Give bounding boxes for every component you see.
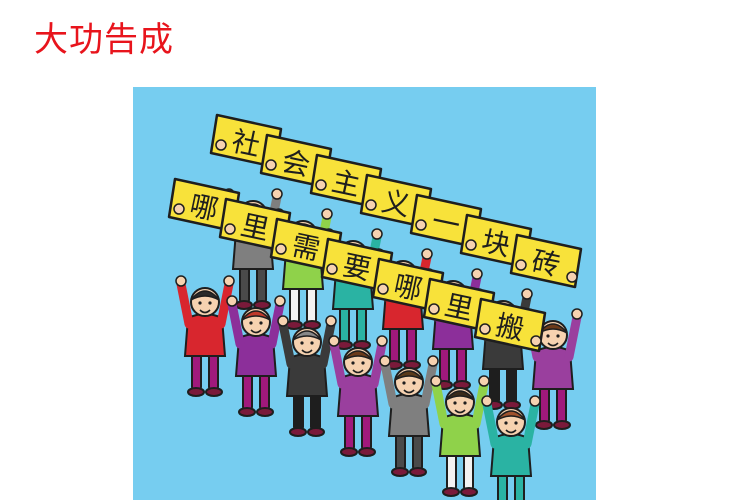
illustration-panel: 社会主义一块砖 哪里需要哪里搬: [133, 87, 596, 500]
page-title: 大功告成: [34, 20, 174, 60]
crowd-illustration: 社会主义一块砖 哪里需要哪里搬: [133, 87, 596, 500]
